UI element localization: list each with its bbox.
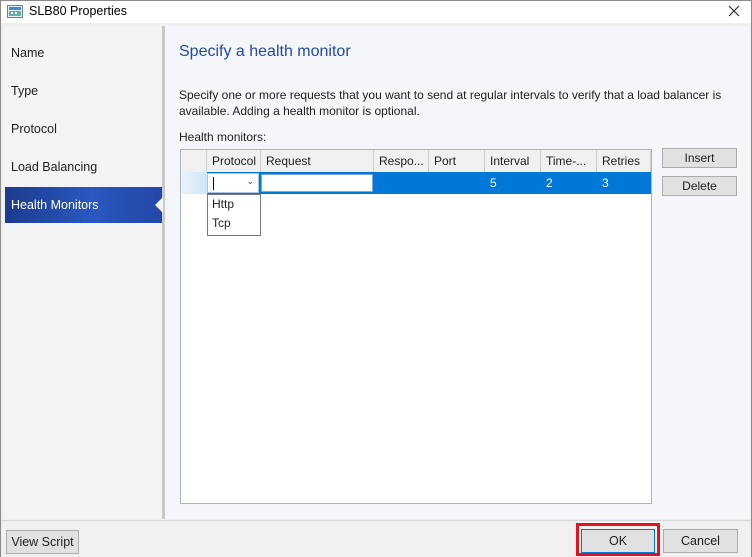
grid-header: Protocol Request Respo... Port Interval …: [181, 150, 651, 173]
column-header-response[interactable]: Respo...: [374, 150, 429, 172]
cell-response[interactable]: [374, 172, 429, 194]
row-header-corner: [181, 150, 207, 172]
column-header-protocol[interactable]: Protocol: [207, 150, 261, 172]
table-row[interactable]: 5 2 3 ⌄: [181, 172, 651, 194]
sidebar-item-label: Protocol: [11, 122, 57, 136]
cell-port[interactable]: [429, 172, 485, 194]
sidebar-item-label: Load Balancing: [11, 160, 98, 174]
cell-retries[interactable]: 3: [597, 172, 651, 194]
sidebar-item-health-monitors[interactable]: Health Monitors: [5, 187, 163, 223]
sidebar-item-name[interactable]: Name: [5, 35, 162, 71]
protocol-dropdown-list: Http Tcp: [207, 194, 261, 236]
request-input[interactable]: [261, 174, 373, 192]
cell-interval[interactable]: 5: [485, 172, 541, 194]
properties-dialog: SLB80 Properties Name Type Protocol Load…: [0, 0, 752, 557]
sidebar-item-label: Type: [11, 84, 39, 98]
active-indicator-icon: [155, 197, 163, 213]
sidebar-item-label: Name: [11, 46, 45, 60]
protocol-combobox[interactable]: ⌄: [207, 173, 259, 193]
view-script-button[interactable]: View Script: [6, 530, 79, 554]
sidebar-nav: Name Type Protocol Load Balancing Health…: [5, 26, 165, 519]
column-header-interval[interactable]: Interval: [485, 150, 541, 172]
title-bar: SLB80 Properties: [1, 1, 751, 23]
delete-button[interactable]: Delete: [662, 176, 737, 196]
sidebar-item-load-balancing[interactable]: Load Balancing: [5, 149, 162, 185]
chevron-down-icon[interactable]: ⌄: [246, 176, 254, 187]
sidebar-item-protocol[interactable]: Protocol: [5, 111, 162, 147]
ok-highlight-box: [576, 523, 660, 556]
close-button[interactable]: [717, 1, 751, 23]
sidebar-item-label: Health Monitors: [11, 198, 99, 212]
insert-button[interactable]: Insert: [662, 148, 737, 168]
page-title: Specify a health monitor: [179, 43, 351, 60]
column-header-retries[interactable]: Retries: [597, 150, 651, 172]
row-header[interactable]: [181, 172, 207, 194]
main-panel: Specify a health monitor Specify one or …: [165, 26, 750, 519]
sidebar-item-type[interactable]: Type: [5, 73, 162, 109]
column-header-timeout[interactable]: Time-...: [541, 150, 597, 172]
app-window-icon: [7, 5, 23, 18]
dropdown-option-http[interactable]: Http: [208, 195, 260, 214]
window-title: SLB80 Properties: [29, 4, 127, 18]
cancel-button[interactable]: Cancel: [663, 529, 738, 553]
column-header-request[interactable]: Request: [261, 150, 374, 172]
cell-timeout[interactable]: 2: [541, 172, 597, 194]
text-cursor: [213, 177, 214, 190]
close-icon: [728, 5, 740, 20]
health-monitors-grid[interactable]: Protocol Request Respo... Port Interval …: [180, 149, 652, 504]
dropdown-option-tcp[interactable]: Tcp: [208, 214, 260, 233]
health-monitors-label: Health monitors:: [179, 130, 267, 144]
column-header-port[interactable]: Port: [429, 150, 485, 172]
page-description: Specify one or more requests that you wa…: [179, 88, 722, 118]
